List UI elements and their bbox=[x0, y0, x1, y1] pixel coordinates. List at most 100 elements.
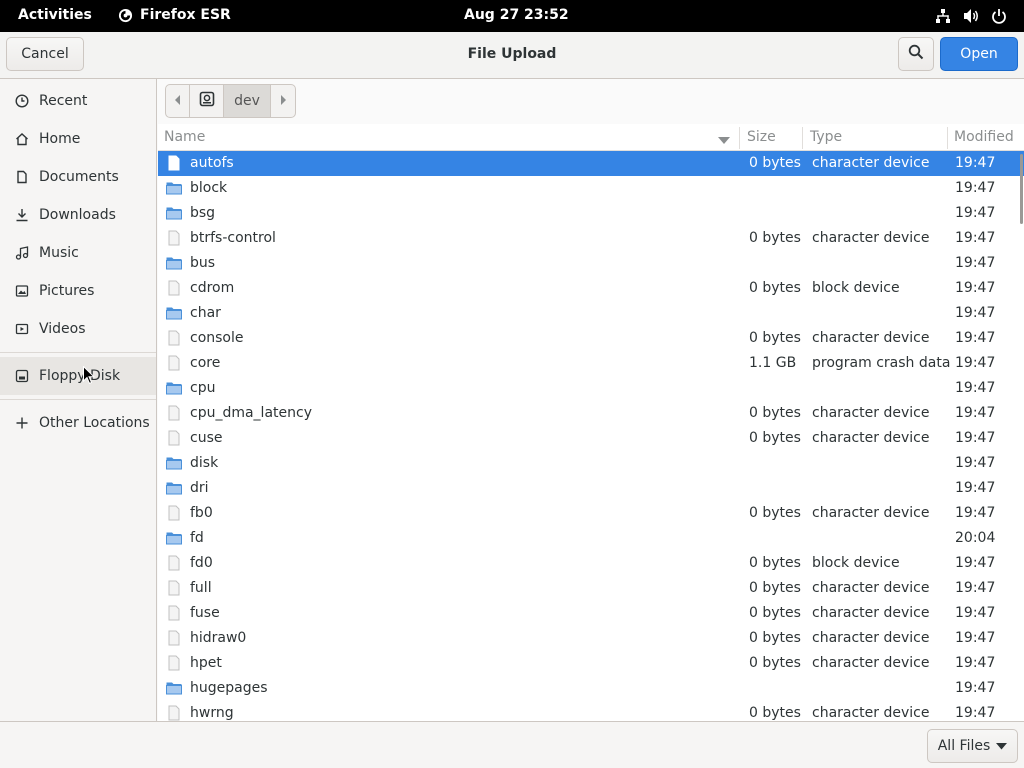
power-icon bbox=[990, 7, 1008, 25]
file-modified: 19:47 bbox=[955, 455, 996, 471]
file-row[interactable]: btrfs-control 0 bytes character device 19:4… bbox=[158, 226, 1024, 251]
file-row[interactable]: char 19:47 bbox=[158, 301, 1024, 326]
clock[interactable]: Aug 27 23:52 bbox=[464, 7, 569, 23]
file-name: dri bbox=[190, 480, 209, 496]
column-header-size[interactable]: Size bbox=[747, 129, 776, 145]
column-header-modified[interactable]: Modified bbox=[954, 129, 1014, 145]
sidebar-item-home[interactable]: Home bbox=[0, 120, 156, 158]
file-row[interactable]: hwrng 0 bytes character device 19:47 bbox=[158, 701, 1024, 721]
sidebar-item-pictures[interactable]: Pictures bbox=[0, 272, 156, 310]
file-row[interactable]: dri 19:47 bbox=[158, 476, 1024, 501]
path-segment-current[interactable]: dev bbox=[224, 85, 271, 117]
file-size: 0 bytes bbox=[749, 580, 801, 596]
drive-icon bbox=[199, 91, 215, 111]
file-icon bbox=[166, 505, 182, 521]
file-row[interactable]: hidraw0 0 bytes character device 19:47 bbox=[158, 626, 1024, 651]
file-name: hugepages bbox=[190, 680, 268, 696]
volume-icon bbox=[962, 7, 980, 25]
file-type: character device bbox=[812, 230, 930, 246]
file-modified: 19:47 bbox=[955, 505, 996, 521]
sidebar-item-label: Floppy Disk bbox=[39, 368, 121, 384]
file-row[interactable]: full 0 bytes character device 19:47 bbox=[158, 576, 1024, 601]
file-size: 0 bytes bbox=[749, 330, 801, 346]
file-row[interactable]: bus 19:47 bbox=[158, 251, 1024, 276]
column-header-type[interactable]: Type bbox=[810, 129, 842, 145]
file-row[interactable]: fd0 0 bytes block device 19:47 bbox=[158, 551, 1024, 576]
file-row[interactable]: autofs 0 bytes character device 19:47 bbox=[158, 151, 1024, 176]
file-row[interactable]: bsg 19:47 bbox=[158, 201, 1024, 226]
file-size: 1.1 GB bbox=[749, 355, 797, 371]
file-name: fd bbox=[190, 530, 204, 546]
folder-icon bbox=[166, 205, 182, 221]
cancel-button[interactable]: Cancel bbox=[6, 37, 84, 71]
file-icon bbox=[166, 580, 182, 596]
file-modified: 19:47 bbox=[955, 555, 996, 571]
file-name: full bbox=[190, 580, 212, 596]
file-row[interactable]: hpet 0 bytes character device 19:47 bbox=[158, 651, 1024, 676]
file-row[interactable]: disk 19:47 bbox=[158, 451, 1024, 476]
path-forward-button[interactable] bbox=[271, 85, 295, 117]
open-button[interactable]: Open bbox=[940, 37, 1018, 71]
sidebar-item-label: Music bbox=[39, 245, 79, 261]
file-row[interactable]: console 0 bytes character device 19:47 bbox=[158, 326, 1024, 351]
app-name: Firefox ESR bbox=[140, 7, 231, 23]
sidebar-item-floppy-disk[interactable]: Floppy Disk bbox=[0, 357, 156, 395]
file-name: btrfs-control bbox=[190, 230, 276, 246]
column-divider[interactable] bbox=[802, 127, 803, 149]
column-header-name[interactable]: Name bbox=[164, 129, 205, 145]
search-button[interactable] bbox=[898, 37, 934, 71]
sort-descending-icon[interactable] bbox=[718, 133, 730, 149]
search-icon bbox=[908, 44, 924, 64]
app-menu[interactable]: Firefox ESR bbox=[118, 7, 231, 23]
sidebar-item-label: Recent bbox=[39, 93, 88, 109]
file-modified: 19:47 bbox=[955, 630, 996, 646]
column-divider[interactable] bbox=[739, 127, 740, 149]
path-bar: dev bbox=[165, 84, 296, 118]
system-tray[interactable] bbox=[934, 7, 1008, 25]
sidebar-item-other-locations[interactable]: Other Locations bbox=[0, 404, 156, 442]
sidebar-item-music[interactable]: Music bbox=[0, 234, 156, 272]
file-name: block bbox=[190, 180, 228, 196]
file-name: char bbox=[190, 305, 221, 321]
file-modified: 19:47 bbox=[955, 405, 996, 421]
file-icon bbox=[166, 230, 182, 246]
file-row[interactable]: hugepages 19:47 bbox=[158, 676, 1024, 701]
file-list[interactable]: Name Size Type Modified autofs 0 bytes cha… bbox=[158, 124, 1024, 721]
file-row[interactable]: fuse 0 bytes character device 19:47 bbox=[158, 601, 1024, 626]
sidebar-item-recent[interactable]: Recent bbox=[0, 82, 156, 120]
file-row[interactable]: cdrom 0 bytes block device 19:47 bbox=[158, 276, 1024, 301]
scrollbar[interactable] bbox=[1020, 154, 1023, 224]
column-divider[interactable] bbox=[947, 127, 948, 149]
file-type: character device bbox=[812, 630, 930, 646]
file-row[interactable]: fb0 0 bytes character device 19:47 bbox=[158, 501, 1024, 526]
file-row[interactable]: core 1.1 GB program crash data 19:47 bbox=[158, 351, 1024, 376]
path-root-button[interactable] bbox=[190, 85, 224, 117]
file-row[interactable]: block 19:47 bbox=[158, 176, 1024, 201]
file-modified: 19:47 bbox=[955, 380, 996, 396]
file-name: console bbox=[190, 330, 244, 346]
path-back-button[interactable] bbox=[166, 85, 190, 117]
file-type: block device bbox=[812, 280, 900, 296]
file-type: character device bbox=[812, 505, 930, 521]
file-modified: 19:47 bbox=[955, 280, 996, 296]
column-header-row: Name Size Type Modified bbox=[158, 124, 1024, 151]
chevron-down-icon bbox=[996, 738, 1008, 754]
sidebar-item-documents[interactable]: Documents bbox=[0, 158, 156, 196]
file-filter-dropdown[interactable]: All Files bbox=[927, 729, 1018, 763]
folder-icon bbox=[166, 530, 182, 546]
file-modified: 19:47 bbox=[955, 305, 996, 321]
file-modified: 19:47 bbox=[955, 330, 996, 346]
file-icon bbox=[166, 605, 182, 621]
top-bar: Activities Firefox ESR Aug 27 23:52 bbox=[0, 0, 1024, 32]
sidebar-item-label: Downloads bbox=[39, 207, 116, 223]
file-modified: 19:47 bbox=[955, 205, 996, 221]
sidebar-item-downloads[interactable]: Downloads bbox=[0, 196, 156, 234]
activities-button[interactable]: Activities bbox=[18, 7, 92, 23]
file-row[interactable]: cuse 0 bytes character device 19:47 bbox=[158, 426, 1024, 451]
file-row[interactable]: fd 20:04 bbox=[158, 526, 1024, 551]
file-type: character device bbox=[812, 705, 930, 721]
sidebar-item-videos[interactable]: Videos bbox=[0, 310, 156, 348]
floppy-disk-icon bbox=[14, 368, 30, 384]
file-row[interactable]: cpu 19:47 bbox=[158, 376, 1024, 401]
file-row[interactable]: cpu_dma_latency 0 bytes character device 19… bbox=[158, 401, 1024, 426]
